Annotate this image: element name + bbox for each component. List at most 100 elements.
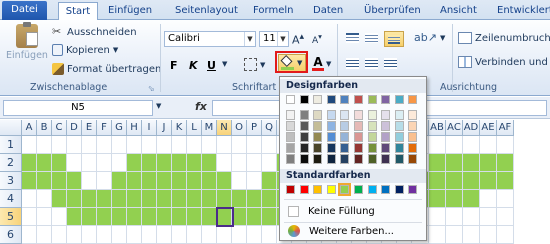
tab-page-layout[interactable]: Seitenlayout bbox=[175, 2, 238, 20]
theme-shade-swatch[interactable] bbox=[286, 154, 295, 164]
grid-cell[interactable] bbox=[127, 154, 142, 172]
grid-cell[interactable] bbox=[497, 172, 514, 190]
grid-cell[interactable] bbox=[232, 172, 247, 190]
grid-cell[interactable] bbox=[497, 154, 514, 172]
grid-cell[interactable] bbox=[97, 208, 112, 226]
merge-center-button[interactable]: Verbinden und z bbox=[458, 56, 550, 68]
theme-shade-swatch[interactable] bbox=[326, 132, 336, 142]
grid-cell[interactable] bbox=[37, 208, 52, 226]
grid-cell[interactable] bbox=[157, 190, 172, 208]
grid-cell[interactable] bbox=[172, 208, 187, 226]
theme-shade-swatch[interactable] bbox=[367, 154, 377, 164]
grid-cell[interactable] bbox=[187, 136, 202, 154]
more-colors-option[interactable]: Weitere Farben... bbox=[283, 222, 423, 240]
standard-color-swatch[interactable] bbox=[381, 185, 391, 194]
grid-cell[interactable] bbox=[172, 226, 187, 244]
grid-cell[interactable] bbox=[247, 226, 262, 244]
grid-cell[interactable] bbox=[429, 208, 446, 226]
theme-shade-swatch[interactable] bbox=[286, 132, 295, 142]
theme-shade-swatch[interactable] bbox=[286, 121, 295, 131]
grid-cell[interactable] bbox=[127, 172, 142, 190]
standard-color-swatch[interactable] bbox=[408, 185, 418, 194]
theme-shade-swatch[interactable] bbox=[354, 143, 363, 153]
align-middle-button[interactable] bbox=[365, 33, 378, 43]
theme-shade-swatch[interactable] bbox=[381, 121, 391, 131]
grid-cell[interactable] bbox=[82, 154, 97, 172]
name-box-dropdown[interactable]: ▼ bbox=[156, 102, 161, 110]
grid-cell[interactable] bbox=[429, 136, 446, 154]
theme-shade-swatch[interactable] bbox=[313, 121, 323, 131]
column-header[interactable]: G bbox=[112, 120, 127, 136]
row-header[interactable]: 3 bbox=[0, 172, 22, 190]
chevron-down-icon[interactable]: ▼ bbox=[244, 32, 255, 46]
theme-shade-swatch[interactable] bbox=[340, 132, 350, 142]
grid-cell[interactable] bbox=[497, 190, 514, 208]
grid-cell[interactable] bbox=[497, 226, 514, 244]
shrink-font-button[interactable]: A▾ bbox=[312, 32, 322, 46]
grid-cell[interactable] bbox=[480, 172, 497, 190]
copy-button[interactable]: Kopieren ▼ bbox=[52, 44, 118, 56]
grid-cell[interactable] bbox=[22, 136, 37, 154]
grid-cell[interactable] bbox=[217, 136, 232, 154]
grid-cell[interactable] bbox=[67, 136, 82, 154]
grid-cell[interactable] bbox=[82, 190, 97, 208]
font-color-button[interactable]: A bbox=[312, 56, 324, 71]
column-header[interactable]: N bbox=[217, 120, 232, 136]
theme-shade-swatch[interactable] bbox=[286, 110, 295, 120]
theme-shade-swatch[interactable] bbox=[299, 143, 309, 153]
grid-cell[interactable] bbox=[37, 136, 52, 154]
column-header[interactable]: AB bbox=[429, 120, 446, 136]
grid-cell[interactable] bbox=[157, 154, 172, 172]
grid-cell[interactable] bbox=[52, 154, 67, 172]
grid-cell[interactable] bbox=[232, 154, 247, 172]
standard-color-swatch[interactable] bbox=[313, 185, 323, 194]
theme-shade-swatch[interactable] bbox=[340, 110, 350, 120]
theme-shade-swatch[interactable] bbox=[286, 143, 295, 153]
grid-cell[interactable] bbox=[187, 208, 202, 226]
grid-cell[interactable] bbox=[97, 136, 112, 154]
grid-cell[interactable] bbox=[446, 136, 463, 154]
grid-cell[interactable] bbox=[247, 172, 262, 190]
grid-cell[interactable] bbox=[82, 226, 97, 244]
theme-color-swatch[interactable] bbox=[381, 95, 391, 104]
clipboard-launcher-icon[interactable]: ⬂ bbox=[148, 84, 155, 93]
column-header[interactable]: AE bbox=[480, 120, 497, 136]
standard-color-swatch[interactable] bbox=[299, 185, 309, 194]
grid-cell[interactable] bbox=[187, 226, 202, 244]
column-header[interactable]: M bbox=[202, 120, 217, 136]
grid-cell[interactable] bbox=[202, 136, 217, 154]
cut-button[interactable]: ✂ Ausschneiden bbox=[52, 26, 137, 38]
grid-cell[interactable] bbox=[262, 136, 277, 154]
column-header[interactable]: I bbox=[142, 120, 157, 136]
grid-cell[interactable] bbox=[22, 172, 37, 190]
column-header[interactable]: B bbox=[37, 120, 52, 136]
theme-shade-swatch[interactable] bbox=[394, 154, 404, 164]
grid-cell[interactable] bbox=[217, 172, 232, 190]
grid-cell[interactable] bbox=[142, 154, 157, 172]
theme-shade-swatch[interactable] bbox=[313, 154, 323, 164]
standard-color-swatch[interactable] bbox=[338, 183, 352, 196]
grid-cell[interactable] bbox=[497, 136, 514, 154]
standard-color-swatch[interactable] bbox=[326, 185, 336, 194]
grid-cell[interactable] bbox=[446, 172, 463, 190]
theme-shade-swatch[interactable] bbox=[394, 121, 404, 131]
grid-cell[interactable] bbox=[52, 226, 67, 244]
theme-shade-swatch[interactable] bbox=[326, 143, 336, 153]
grid-cell[interactable] bbox=[22, 154, 37, 172]
grid-cell[interactable] bbox=[67, 154, 82, 172]
grid-cell[interactable] bbox=[463, 208, 480, 226]
grid-cell[interactable] bbox=[202, 154, 217, 172]
grid-cell[interactable] bbox=[463, 226, 480, 244]
grid-cell[interactable] bbox=[463, 172, 480, 190]
grid-cell[interactable] bbox=[480, 154, 497, 172]
tab-view[interactable]: Ansicht bbox=[440, 2, 477, 20]
grid-cell[interactable] bbox=[157, 136, 172, 154]
theme-color-swatch[interactable] bbox=[408, 95, 418, 104]
grid-cell[interactable] bbox=[172, 190, 187, 208]
theme-shade-swatch[interactable] bbox=[394, 143, 404, 153]
theme-shade-swatch[interactable] bbox=[340, 121, 350, 131]
underline-dropdown[interactable]: ▼ bbox=[222, 60, 227, 68]
grid-cell[interactable] bbox=[67, 208, 82, 226]
grid-cell[interactable] bbox=[142, 136, 157, 154]
chevron-down-icon[interactable]: ▼ bbox=[277, 32, 288, 46]
